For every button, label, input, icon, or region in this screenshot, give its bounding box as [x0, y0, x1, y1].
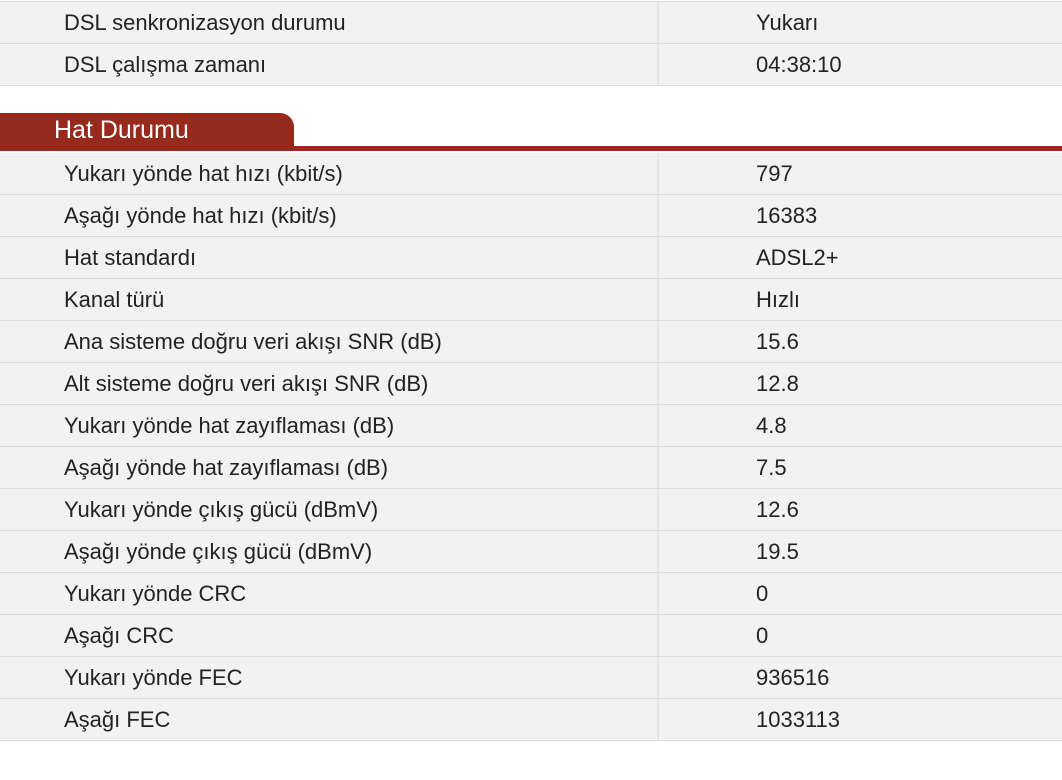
- table-row: DSL çalışma zamanı 04:38:10: [0, 44, 1062, 86]
- table-row: Kanal türü Hızlı: [0, 279, 1062, 321]
- table-row: Aşağı CRC 0: [0, 615, 1062, 657]
- table-row: Yukarı yönde çıkış gücü (dBmV) 12.6: [0, 489, 1062, 531]
- row-label: Yukarı yönde çıkış gücü (dBmV): [0, 489, 659, 530]
- table-row: Yukarı yönde hat zayıflaması (dB) 4.8: [0, 405, 1062, 447]
- row-value: ADSL2+: [756, 245, 839, 270]
- row-value: 936516: [756, 665, 830, 690]
- hat-durumu-table: Yukarı yönde hat hızı (kbit/s) 797 Aşağı…: [0, 153, 1062, 741]
- row-value: 12.6: [756, 497, 799, 522]
- row-value: 12.8: [756, 371, 799, 396]
- section-header-hat-durumu: Hat Durumu: [0, 113, 1062, 153]
- table-row: Aşağı yönde hat zayıflaması (dB) 7.5: [0, 447, 1062, 489]
- row-label: Aşağı yönde hat hızı (kbit/s): [0, 195, 659, 236]
- table-row: Aşağı yönde hat hızı (kbit/s) 16383: [0, 195, 1062, 237]
- section-divider: [0, 146, 1062, 151]
- row-value: 04:38:10: [756, 52, 842, 77]
- table-row: Aşağı yönde çıkış gücü (dBmV) 19.5: [0, 531, 1062, 573]
- row-value: 7.5: [756, 455, 787, 480]
- table-row: Aşağı FEC 1033113: [0, 699, 1062, 741]
- row-label: DSL senkronizasyon durumu: [0, 2, 659, 43]
- row-label: Hat standardı: [0, 237, 659, 278]
- row-label: Aşağı yönde hat zayıflaması (dB): [0, 447, 659, 488]
- dsl-status-table: DSL senkronizasyon durumu Yukarı DSL çal…: [0, 1, 1062, 86]
- row-value: 0: [756, 581, 769, 606]
- row-label: Kanal türü: [0, 279, 659, 320]
- row-label: Yukarı yönde hat zayıflaması (dB): [0, 405, 659, 446]
- row-label: Aşağı CRC: [0, 615, 659, 656]
- row-value: 0: [756, 623, 769, 648]
- row-label: DSL çalışma zamanı: [0, 44, 659, 85]
- table-row: Hat standardı ADSL2+: [0, 237, 1062, 279]
- row-label: Alt sisteme doğru veri akışı SNR (dB): [0, 363, 659, 404]
- row-label: Ana sisteme doğru veri akışı SNR (dB): [0, 321, 659, 362]
- table-row: Ana sisteme doğru veri akışı SNR (dB) 15…: [0, 321, 1062, 363]
- row-label: Aşağı yönde çıkış gücü (dBmV): [0, 531, 659, 572]
- row-value: 797: [756, 161, 793, 186]
- row-value: 1033113: [756, 707, 841, 732]
- table-row: Yukarı yönde hat hızı (kbit/s) 797: [0, 153, 1062, 195]
- row-label: Aşağı FEC: [0, 699, 659, 740]
- table-row: Yukarı yönde FEC 936516: [0, 657, 1062, 699]
- section-title: Hat Durumu: [54, 116, 189, 144]
- row-label: Yukarı yönde FEC: [0, 657, 659, 698]
- row-value: Yukarı: [756, 10, 819, 35]
- table-row: Yukarı yönde CRC 0: [0, 573, 1062, 615]
- row-value: Hızlı: [756, 287, 800, 312]
- row-label: Yukarı yönde CRC: [0, 573, 659, 614]
- row-value: 4.8: [756, 413, 787, 438]
- table-row: Alt sisteme doğru veri akışı SNR (dB) 12…: [0, 363, 1062, 405]
- row-label: Yukarı yönde hat hızı (kbit/s): [0, 153, 659, 194]
- row-value: 15.6: [756, 329, 799, 354]
- table-row: DSL senkronizasyon durumu Yukarı: [0, 2, 1062, 44]
- row-value: 16383: [756, 203, 818, 228]
- row-value: 19.5: [756, 539, 799, 564]
